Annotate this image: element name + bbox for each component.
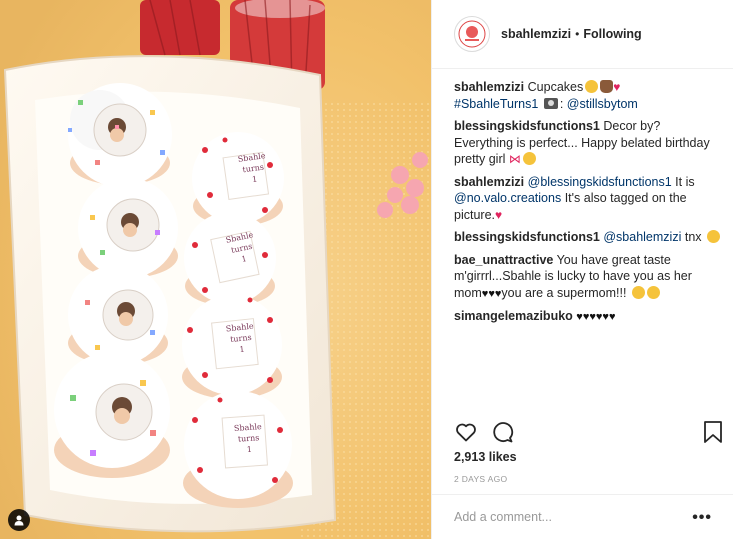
comment-item: sbahlemzizi @blessingskidsfunctions1 It … — [454, 174, 722, 224]
red-heart-icon: ♥ — [495, 207, 503, 222]
comment-caption: sbahlemzizi Cupcakes ♥ #SbahleTurns1 : @s… — [454, 79, 722, 112]
comment-item: blessingskidsfunctions1 Decor by? Everyt… — [454, 118, 722, 168]
comment-text: Cupcakes — [527, 80, 584, 94]
avatar[interactable] — [454, 16, 490, 52]
comment-text: tnx — [684, 230, 702, 244]
comment-username[interactable]: blessingskidsfunctions1 — [454, 230, 600, 244]
header-dot: • — [575, 27, 580, 41]
svg-text:turns: turns — [238, 433, 260, 443]
comment-text: you are a supermom!!! — [501, 285, 627, 300]
colon-text: : — [559, 96, 564, 111]
comment-username[interactable]: blessingskidsfunctions1 — [454, 119, 600, 133]
bookmark-icon[interactable] — [702, 420, 724, 444]
red-heart-icon: ♥ — [613, 80, 621, 94]
header-username[interactable]: sbahlemzizi — [501, 27, 571, 41]
comment-username[interactable]: sbahlemzizi — [454, 80, 524, 94]
smile-emoji-icon — [522, 152, 536, 165]
action-bar — [454, 420, 724, 444]
mention-link[interactable]: @sbahlemzizi — [603, 230, 681, 244]
post-header: sbahlemzizi • Following — [432, 0, 733, 69]
likes-count[interactable]: 2,913 likes — [454, 450, 517, 464]
svg-text:1: 1 — [247, 445, 253, 454]
comment-item: simangelemazibuko ♥♥♥♥♥♥ — [454, 308, 722, 326]
user-tag-icon[interactable] — [8, 509, 30, 531]
ribbon-emoji-icon: ⋈ — [508, 152, 521, 166]
heart-eyes-emoji-icon — [585, 80, 599, 93]
black-hearts-text: ♥♥♥♥♥♥ — [576, 311, 616, 323]
smile-emoji-icon — [707, 230, 721, 243]
comment-item: bae_unattractive You have great taste m'… — [454, 252, 722, 303]
post-photo[interactable]: Sbahle turns 1 Sbahle turns 1 Sbahle tur… — [0, 0, 431, 539]
comments-list: sbahlemzizi Cupcakes ♥ #SbahleTurns1 : @s… — [454, 79, 722, 332]
hashtag-link[interactable]: #SbahleTurns1 — [454, 97, 538, 111]
comment-username[interactable]: sbahlemzizi — [454, 175, 524, 189]
post-side-panel: sbahlemzizi • Following sbahlemzizi Cupc… — [431, 0, 733, 539]
svg-text:1: 1 — [239, 345, 245, 354]
heart-eyes-emoji-icon — [631, 285, 645, 299]
comment-input[interactable] — [454, 510, 674, 524]
cake-emoji-icon — [600, 80, 614, 93]
camera-emoji-icon — [543, 97, 558, 109]
heart-icon[interactable] — [454, 420, 478, 444]
comment-username[interactable]: bae_unattractive — [454, 253, 553, 267]
smile-emoji-icon — [646, 285, 660, 299]
following-button[interactable]: Following — [583, 27, 641, 41]
black-hearts-icon: ♥♥♥ — [481, 287, 502, 300]
add-comment-bar: ••• — [432, 494, 733, 539]
comment-text: It is — [675, 174, 695, 189]
comment-username[interactable]: simangelemazibuko — [454, 309, 573, 323]
mention-link[interactable]: @no.valo.creations — [454, 191, 561, 205]
post-timestamp: 2 DAYS AGO — [454, 474, 508, 484]
mention-link[interactable]: @blessingskidsfunctions1 — [528, 175, 672, 189]
comment-icon[interactable] — [490, 420, 514, 444]
more-options-icon[interactable]: ••• — [692, 509, 712, 527]
avatar-logo-icon — [458, 20, 486, 48]
mention-link[interactable]: @stillsbytom — [567, 97, 638, 111]
comment-item: blessingskidsfunctions1 @sbahlemzizi tnx — [454, 229, 722, 246]
person-icon — [14, 515, 24, 526]
cupcakes-image: Sbahle turns 1 Sbahle turns 1 Sbahle tur… — [0, 0, 431, 539]
